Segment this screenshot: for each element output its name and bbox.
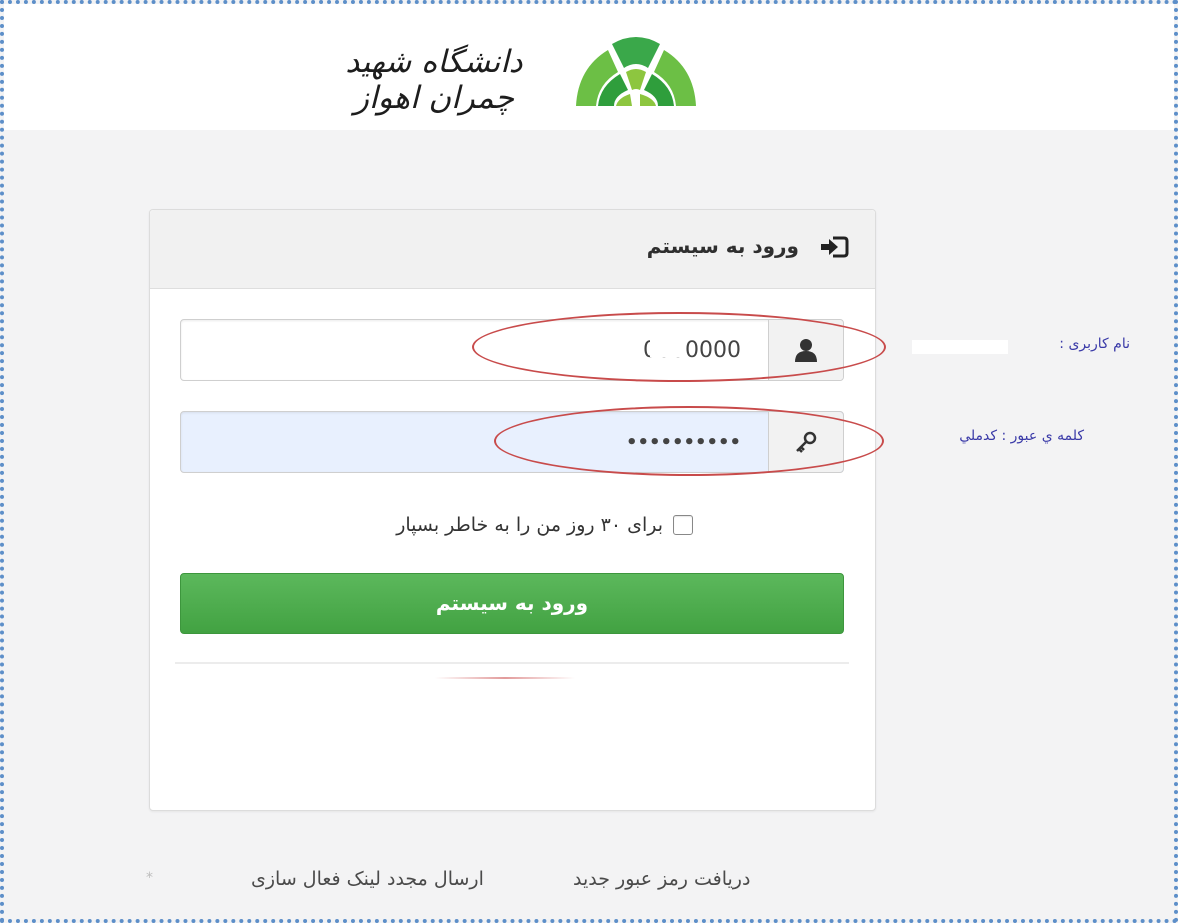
site-header: دانشگاه شهید چمران اهواز xyxy=(4,4,1174,130)
login-panel: ورود به سیستم برای ۳۰ روز من را به خاطر … xyxy=(149,209,876,811)
login-panel-header: ورود به سیستم xyxy=(150,210,875,289)
remember-me-label: برای ۳۰ روز من را به خاطر بسپار xyxy=(396,514,663,536)
divider xyxy=(175,662,849,664)
footer-bullet: * xyxy=(146,870,153,886)
login-panel-title: ورود به سیستم xyxy=(646,234,799,258)
remember-me[interactable]: برای ۳۰ روز من را به خاطر بسپار xyxy=(396,514,693,536)
divider-accent xyxy=(435,677,575,679)
forgot-password-link[interactable]: دریافت رمز عبور جدید xyxy=(573,868,750,890)
university-logo: دانشگاه شهید چمران اهواز xyxy=(314,26,714,118)
username-hint-redaction xyxy=(912,340,1008,354)
password-highlight-circle xyxy=(494,406,884,476)
login-button[interactable]: ورود به سیستم xyxy=(180,573,844,634)
username-hint: نام کاربری : xyxy=(1059,336,1130,352)
sign-in-icon xyxy=(821,236,849,258)
password-hint: کلمه ي عبور : كدملي xyxy=(959,428,1084,444)
username-highlight-circle xyxy=(472,312,886,382)
university-emblem-icon xyxy=(576,37,696,106)
resend-activation-link[interactable]: ارسال مجدد لینک فعال سازی xyxy=(251,868,484,890)
university-name: دانشگاه شهید چمران اهواز xyxy=(345,44,523,116)
remember-me-checkbox[interactable] xyxy=(673,515,693,535)
